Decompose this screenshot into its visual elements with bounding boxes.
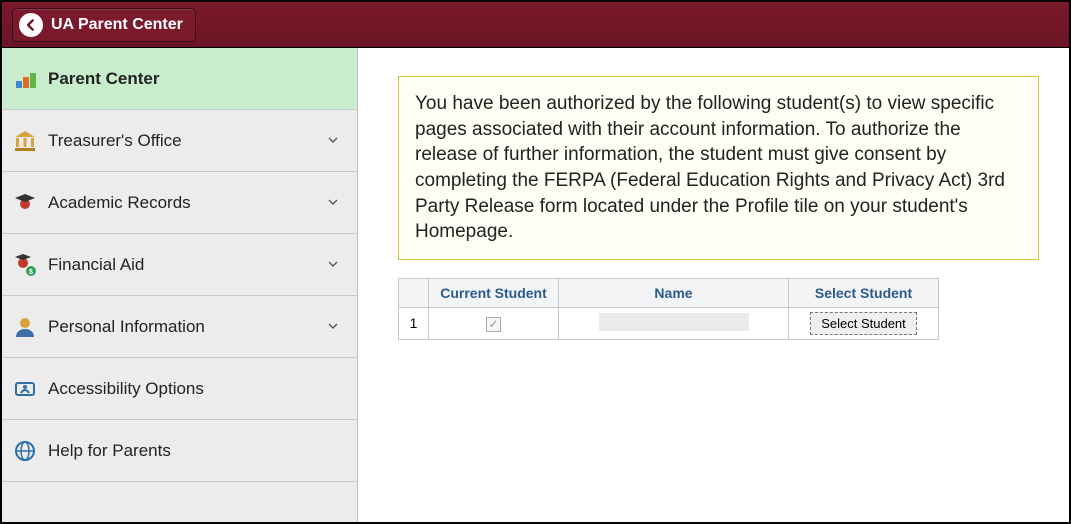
current-student-cell: ✓ (429, 307, 559, 339)
table-row: 1 ✓ Select Student (399, 307, 939, 339)
svg-text:$: $ (29, 269, 33, 276)
sidebar-item-label: Personal Information (48, 317, 325, 337)
sidebar-item-academic-records[interactable]: Academic Records (2, 172, 357, 234)
column-header-select: Select Student (789, 278, 939, 307)
student-table-wrap: Current Student Name Select Student 1 ✓ (398, 278, 1039, 340)
app-frame: UA Parent Center Parent Center Treasurer… (0, 0, 1071, 524)
chevron-down-icon (325, 132, 343, 150)
parent-center-icon (12, 66, 38, 92)
back-button[interactable]: UA Parent Center (12, 8, 196, 42)
chevron-down-icon (325, 194, 343, 212)
sidebar-item-accessibility-options[interactable]: Accessibility Options (2, 358, 357, 420)
main-content: You have been authorized by the followin… (358, 48, 1069, 522)
student-name-redacted (599, 313, 749, 331)
sidebar-item-financial-aid[interactable]: $ Financial Aid (2, 234, 357, 296)
accessibility-icon (12, 376, 38, 402)
sidebar-item-label: Academic Records (48, 193, 325, 213)
sidebar: Parent Center Treasurer's Office Academi… (2, 48, 358, 522)
column-header-current: Current Student (429, 278, 559, 307)
bank-icon (12, 128, 38, 154)
column-header-name: Name (559, 278, 789, 307)
page-title: UA Parent Center (51, 16, 183, 34)
graduate-icon (12, 190, 38, 216)
body-layout: Parent Center Treasurer's Office Academi… (2, 48, 1069, 522)
student-money-icon: $ (12, 252, 38, 278)
authorization-info-box: You have been authorized by the followin… (398, 76, 1039, 260)
sidebar-item-label: Treasurer's Office (48, 131, 325, 151)
row-number: 1 (399, 307, 429, 339)
sidebar-item-treasurers-office[interactable]: Treasurer's Office (2, 110, 357, 172)
sidebar-item-parent-center[interactable]: Parent Center (2, 48, 357, 110)
student-table: Current Student Name Select Student 1 ✓ (398, 278, 939, 340)
student-name-cell (559, 307, 789, 339)
top-bar: UA Parent Center (2, 2, 1069, 48)
sidebar-item-label: Accessibility Options (48, 379, 343, 399)
column-header-number (399, 278, 429, 307)
current-student-checkbox[interactable]: ✓ (486, 317, 501, 332)
globe-icon (12, 438, 38, 464)
sidebar-item-label: Financial Aid (48, 255, 325, 275)
back-arrow-icon (19, 13, 43, 37)
chevron-down-icon (325, 318, 343, 336)
person-icon (12, 314, 38, 340)
sidebar-item-personal-information[interactable]: Personal Information (2, 296, 357, 358)
sidebar-item-help-for-parents[interactable]: Help for Parents (2, 420, 357, 482)
chevron-down-icon (325, 256, 343, 274)
select-student-button[interactable]: Select Student (810, 312, 917, 335)
sidebar-item-label: Help for Parents (48, 441, 343, 461)
sidebar-item-label: Parent Center (48, 69, 343, 89)
select-student-cell: Select Student (789, 307, 939, 339)
